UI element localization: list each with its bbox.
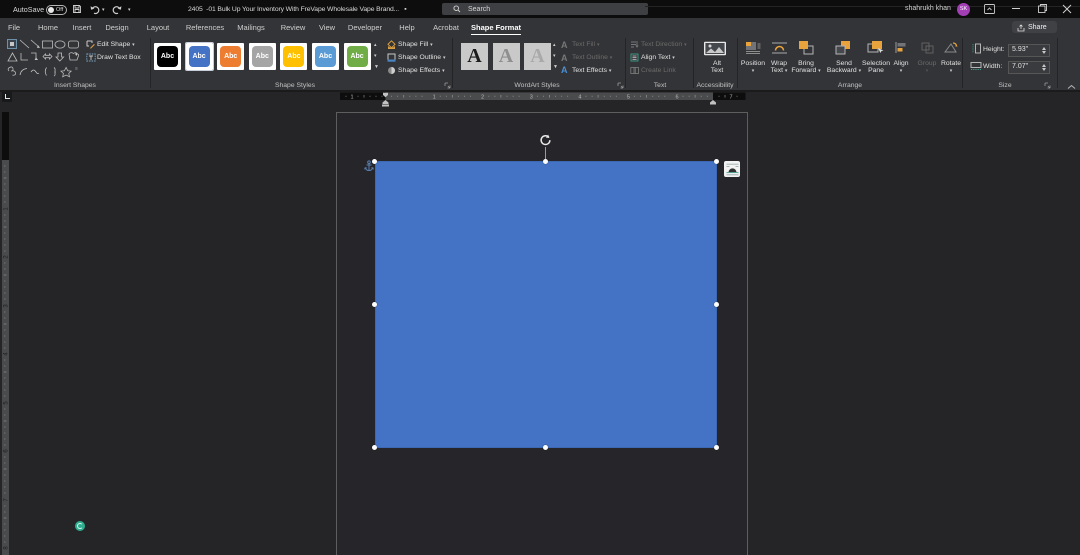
- svg-text:2: 2: [481, 95, 484, 101]
- svg-text:4: 4: [578, 95, 581, 101]
- svg-text:1: 1: [433, 95, 436, 101]
- svg-text:2: 2: [4, 255, 10, 259]
- svg-text:8: 8: [4, 546, 10, 550]
- svg-text:1: 1: [4, 207, 10, 211]
- svg-text:3: 3: [4, 304, 10, 308]
- svg-text:6: 6: [4, 449, 10, 453]
- svg-text:5: 5: [4, 401, 10, 405]
- svg-text:1: 1: [350, 95, 353, 101]
- svg-text:5: 5: [627, 95, 630, 101]
- svg-text:7: 7: [729, 95, 732, 101]
- svg-text:4: 4: [4, 352, 10, 356]
- svg-text:7: 7: [4, 498, 10, 502]
- svg-text:6: 6: [675, 95, 678, 101]
- svg-text:3: 3: [530, 95, 533, 101]
